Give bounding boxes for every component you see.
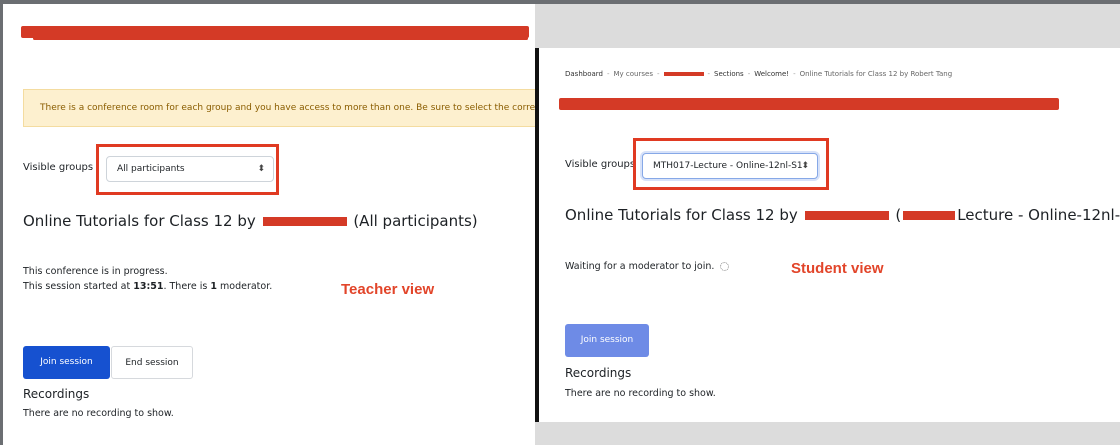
end-session-button[interactable]: End session [111,346,193,379]
redacted-group [903,211,956,220]
breadcrumb-current: Online Tutorials for Class 12 by Robert … [799,70,953,78]
waiting-text: Waiting for a moderator to join. [565,261,730,272]
breadcrumb-my-courses[interactable]: My courses [614,70,653,78]
conference-heading: Online Tutorials for Class 12 by (Lectur… [565,206,1120,224]
student-panel: Dashboard - My courses - - Sections - Welcome! -… [535,4,1120,445]
recordings-empty-text: There are no recording to show. [565,388,716,399]
bottom-bar [535,422,1120,445]
recordings-heading: Recordings [23,387,90,401]
annotation-box [96,144,279,195]
spinner-icon [720,262,730,271]
recordings-heading: Recordings [565,366,632,380]
annotation-box [633,138,829,190]
visible-groups-label: Visible groups [565,159,636,170]
student-view-label: Student view [791,260,884,277]
redacted-course [663,72,704,76]
status-line-1: This conference is in progress. [23,266,168,277]
student-page: Dashboard - My courses - - Sections - Welcome! -… [535,48,1120,422]
conference-heading: Online Tutorials for Class 12 by (All pa… [23,212,478,230]
teacher-view-label: Teacher view [341,281,435,298]
breadcrumb-dashboard[interactable]: Dashboard [565,70,603,78]
breadcrumb: Dashboard - My courses - - Sections - Welcome! -… [565,70,953,78]
redacted-course-title-under [33,37,528,40]
redacted-name [804,211,889,220]
status-line-2: This session started at 13:51. There is … [23,281,273,292]
recordings-empty-text: There are no recording to show. [23,408,174,419]
visible-groups-label: Visible groups [23,162,94,173]
breadcrumb-welcome[interactable]: Welcome! [754,70,789,78]
join-session-button[interactable]: Join session [565,324,649,357]
breadcrumb-sections[interactable]: Sections [714,70,744,78]
redacted-name [262,217,347,226]
join-session-button[interactable]: Join session [23,346,110,379]
teacher-panel: There is a conference room for each grou… [3,4,537,445]
group-alert: There is a conference room for each grou… [23,89,537,127]
redacted-course-title [559,98,1059,110]
